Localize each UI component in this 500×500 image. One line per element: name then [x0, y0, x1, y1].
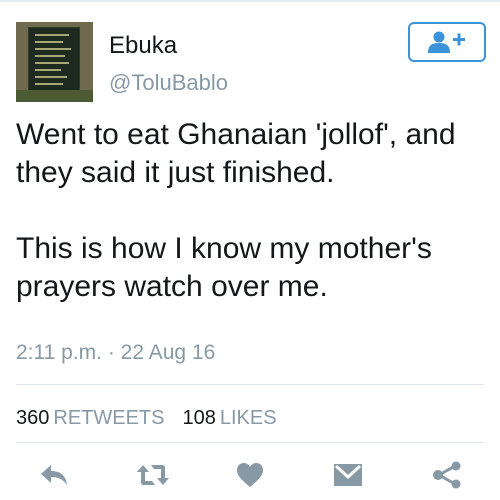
tweet-card: Ebuka @ToluBablo Went to eat Ghanaian 'j… — [0, 0, 500, 500]
tweet-paragraph-2: This is how I know my mother's prayers w… — [16, 232, 432, 303]
heart-icon — [237, 463, 263, 487]
tweet-actions — [0, 455, 500, 495]
likes-stat[interactable]: 108 LIKES — [183, 407, 277, 429]
retweet-button[interactable] — [133, 455, 173, 495]
author-handle[interactable]: @ToluBablo — [109, 70, 228, 96]
tweet-stats: 360 RETWEETS 108 LIKES — [16, 405, 277, 431]
retweets-label: RETWEETS — [53, 407, 165, 429]
reply-icon — [41, 465, 67, 485]
share-button[interactable] — [427, 455, 467, 495]
tweet-text: Went to eat Ghanaian 'jollof', and they … — [16, 116, 486, 306]
retweet-icon — [137, 465, 169, 485]
top-divider — [0, 0, 500, 2]
stats-bottom-divider — [16, 442, 484, 443]
tweet-timestamp: 2:11 p.m. · 22 Aug 16 — [16, 341, 216, 364]
retweets-stat[interactable]: 360 RETWEETS — [16, 407, 165, 429]
likes-label: LIKES — [219, 407, 277, 429]
tweet-paragraph-1: Went to eat Ghanaian 'jollof', and they … — [16, 118, 456, 189]
follow-button[interactable] — [408, 22, 486, 62]
direct-message-icon — [334, 464, 362, 486]
avatar-board-image — [28, 27, 80, 95]
stats-top-divider — [16, 384, 484, 385]
like-button[interactable] — [230, 455, 270, 495]
follow-user-plus-icon — [428, 31, 465, 53]
retweets-count: 360 — [16, 407, 50, 429]
reply-button[interactable] — [34, 455, 74, 495]
author-name[interactable]: Ebuka — [109, 32, 177, 60]
likes-count: 108 — [182, 407, 216, 429]
avatar[interactable] — [16, 22, 93, 102]
share-icon — [433, 461, 461, 489]
direct-message-button[interactable] — [328, 455, 368, 495]
